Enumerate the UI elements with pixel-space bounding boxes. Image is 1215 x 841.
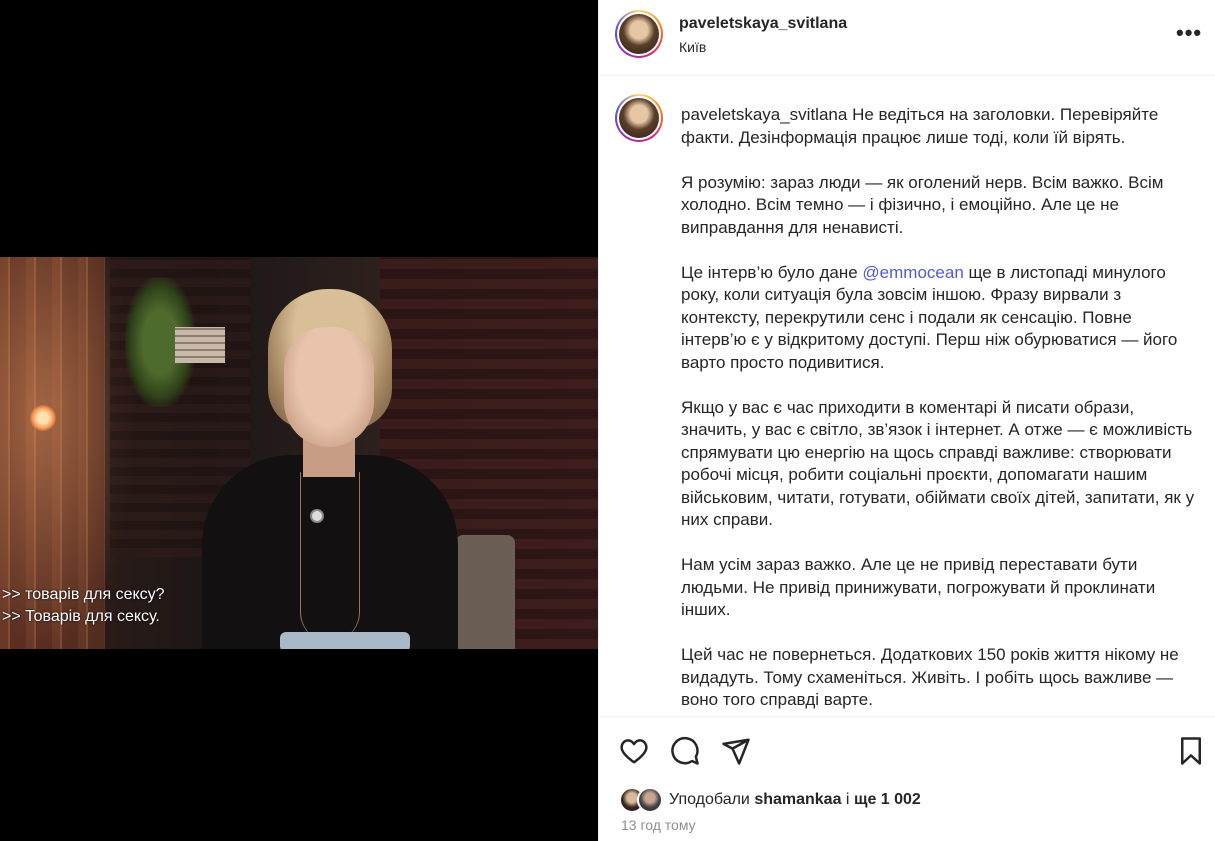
author-avatar[interactable]	[615, 10, 663, 58]
post-timestamp[interactable]: 13 год тому	[621, 817, 696, 833]
avatar-inner	[617, 12, 661, 56]
person-jeans	[280, 632, 410, 649]
caption-avatar[interactable]	[615, 94, 663, 142]
video-subtitles: >> товарів для сексу? >> Товарів для сек…	[2, 584, 165, 628]
heart-icon[interactable]	[619, 736, 649, 766]
interviewee	[190, 287, 470, 649]
likes-count[interactable]: ще 1 002	[854, 791, 921, 808]
comment-icon[interactable]	[670, 736, 700, 766]
caption-paragraph-5: Нам усім зараз важко. Але це не привід п…	[681, 555, 1156, 619]
author-username[interactable]: paveletskaya_svitlana	[679, 15, 847, 33]
caption-paragraph-4: Якщо у вас є час приходити в коментарі й…	[681, 397, 1195, 530]
post-location[interactable]: Київ	[679, 39, 706, 55]
mention-link[interactable]: @emmocean	[862, 263, 963, 282]
subtitle-line-1: >> товарів для сексу?	[2, 586, 165, 603]
caption-paragraph-3: Це інтерв’ю було дане @emmocean ще в лис…	[681, 262, 1196, 375]
avatar-image	[619, 98, 659, 138]
bookmark-icon[interactable]	[1176, 736, 1206, 766]
caption-paragraph-2: Я розумію: зараз люди — як оголений нерв…	[681, 172, 1164, 237]
post-details-panel: paveletskaya_svitlana Київ ••• paveletsk…	[598, 0, 1215, 841]
caption-text: Це інтерв’ю було дане	[681, 262, 863, 282]
caption-paragraph-6: Цей час не повернеться. Додаткових 150 р…	[681, 645, 1179, 709]
post-media[interactable]: >> товарів для сексу? >> Товарів для сек…	[0, 0, 598, 841]
subtitle-line-2: >> Товарів для сексу.	[2, 608, 160, 625]
caption-section[interactable]: paveletskaya_svitlana Не ведіться на заг…	[599, 77, 1215, 717]
video-frame[interactable]: >> товарів для сексу? >> Товарів для сек…	[0, 257, 598, 649]
person-face	[284, 327, 374, 447]
necklace	[300, 472, 360, 642]
liker-username[interactable]: shamankaa	[754, 791, 841, 808]
action-bar	[599, 718, 1215, 782]
avatar-image	[619, 14, 659, 54]
likes-summary[interactable]: Уподобали shamankaa і ще 1 002	[619, 786, 921, 814]
avatar-inner	[617, 96, 661, 140]
share-icon[interactable]	[721, 736, 751, 766]
likes-middle: і	[841, 791, 854, 808]
more-options-icon[interactable]: •••	[1176, 20, 1202, 46]
post-header: paveletskaya_svitlana Київ •••	[599, 0, 1215, 76]
post-caption: paveletskaya_svitlana Не ведіться на заг…	[681, 104, 1196, 716]
likes-prefix: Уподобали	[669, 791, 755, 808]
caption-username[interactable]: paveletskaya_svitlana	[681, 105, 847, 124]
microphone	[310, 509, 324, 523]
lamp	[30, 405, 56, 431]
liker-avatar[interactable]	[637, 787, 663, 813]
likes-text: Уподобали shamankaa і ще 1 002	[669, 791, 921, 809]
